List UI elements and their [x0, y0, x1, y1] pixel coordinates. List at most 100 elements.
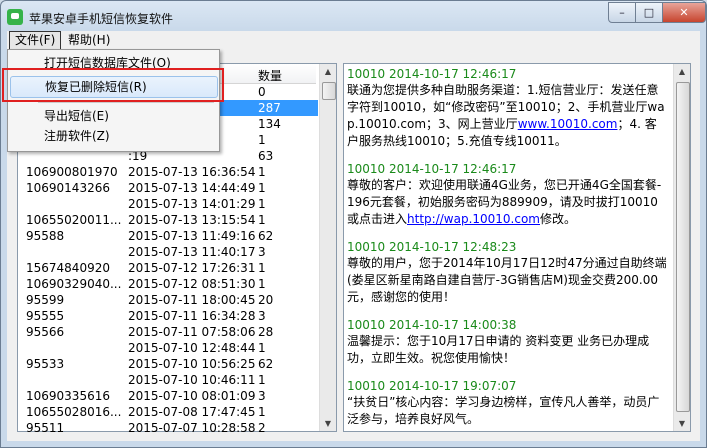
menu-separator: [38, 102, 214, 103]
scroll-down-icon[interactable]: ▼: [675, 416, 689, 431]
close-button[interactable]: ✕: [662, 2, 706, 23]
scroll-thumb[interactable]: [676, 82, 690, 412]
message-list: 10010 2014-10-17 12:46:17 联通为您提供多种自助服务渠道：…: [347, 66, 667, 439]
cell-date: 2015-07-13 13:15:54: [128, 213, 256, 227]
cell-date: 2015-07-13 14:01:29: [128, 197, 256, 211]
cell-number: 95511: [26, 421, 65, 435]
cell-date: 2015-07-13 16:36:54: [128, 165, 256, 179]
message-link[interactable]: www.10010.com: [518, 117, 618, 131]
cell-count: 63: [258, 149, 274, 163]
col-count-header[interactable]: 数量: [258, 67, 282, 84]
minimize-button[interactable]: –: [608, 2, 636, 23]
highlight-box: [2, 68, 224, 102]
table-row[interactable]: 10655028016... 2015-07-08 17:47:45 1: [18, 404, 318, 420]
table-row[interactable]: 10655020011... 2015-07-13 13:15:54 1: [18, 212, 318, 228]
table-row[interactable]: 2015-07-10 12:48:44 1: [18, 340, 318, 356]
cell-number: 95599: [26, 293, 65, 307]
table-row[interactable]: 95555 2015-07-11 16:34:28 3: [18, 308, 318, 324]
message-header: 10010 2014-10-17 12:46:17: [347, 162, 517, 176]
message-item: 10010 2014-10-17 12:46:17 尊敬的客户：欢迎使用联通4G业…: [347, 161, 667, 228]
menu-register-label: 注册软件(Z): [44, 129, 110, 143]
cell-number: 10690329040...: [26, 277, 122, 291]
message-body: “扶贫日”核心内容：学习身边榜样，宣传凡人善举，动员广泛参与，培养良好风气。: [347, 394, 667, 428]
message-link[interactable]: http://wap.10010.com: [407, 212, 540, 226]
cell-date: 2015-07-10 10:56:25: [128, 357, 256, 371]
scroll-up-icon[interactable]: ▲: [675, 64, 689, 79]
window-title: 苹果安卓手机短信恢复软件: [29, 12, 174, 26]
cell-count: 0: [258, 85, 266, 99]
cell-date: 2015-07-07 10:28:58: [128, 421, 256, 435]
table-row[interactable]: 10690143266 2015-07-13 14:44:49 1: [18, 180, 318, 196]
message-body: 温馨提示：您于10月17日申请的 资料变更 业务已办理成功，立即生效。祝您使用愉…: [347, 333, 667, 367]
cell-count: 1: [258, 373, 266, 387]
message-item: 10010 2014-10-17 12:48:23 尊敬的用户，您于2014年10…: [347, 239, 667, 306]
cell-count: 1: [258, 181, 266, 195]
table-row[interactable]: 95566 2015-07-11 07:58:06 28: [18, 324, 318, 340]
message-body: 联通为您提供多种自助服务渠道：1.短信营业厅：发送任意字符到10010，如“修改…: [347, 82, 667, 150]
cell-date: 2015-07-10 08:01:09: [128, 389, 256, 403]
table-row[interactable]: 15674840920 2015-07-12 17:26:31 1: [18, 260, 318, 276]
cell-count: 20: [258, 293, 274, 307]
table-row[interactable]: 95588 2015-07-13 11:49:16 62: [18, 228, 318, 244]
message-text: 修改。: [540, 212, 577, 226]
maximize-button[interactable]: □: [635, 2, 663, 23]
menu-export[interactable]: 导出短信(E): [10, 106, 216, 126]
cell-number: 15674840920: [26, 261, 110, 275]
table-row[interactable]: 10690329040... 2015-07-12 08:51:30 1: [18, 276, 318, 292]
cell-number: 10690335616: [26, 389, 110, 403]
message-view[interactable]: 10010 2014-10-17 12:46:17 联通为您提供多种自助服务渠道：…: [343, 63, 691, 432]
table-row[interactable]: 95533 2015-07-10 10:56:25 62: [18, 356, 318, 372]
cell-date: 2015-07-12 08:51:30: [128, 277, 256, 291]
message-header: 10010 2014-10-17 12:48:23: [347, 240, 517, 254]
message-header: 10010 2014-10-17 12:46:17: [347, 67, 517, 81]
cell-count: 134: [258, 117, 281, 131]
table-row[interactable]: 95511 2015-07-07 10:28:58 2: [18, 420, 318, 436]
cell-count: 2: [258, 421, 266, 435]
table-row[interactable]: 106900801970 2015-07-13 16:36:54 1: [18, 164, 318, 180]
table-row[interactable]: 2015-07-13 14:01:29 1: [18, 196, 318, 212]
cell-date: 2015-07-13 14:44:49: [128, 181, 256, 195]
scroll-thumb[interactable]: [322, 82, 336, 100]
app-window: 苹果安卓手机短信恢复软件 – □ ✕ 文件(F) 帮助(H) 数量 0:3628…: [0, 0, 707, 448]
cell-count: 1: [258, 405, 266, 419]
cell-number: 106900801970: [26, 165, 118, 179]
message-text: “扶贫日”核心内容：学习身边榜样，宣传凡人善举，动员广泛参与，培养良好风气。: [347, 395, 660, 426]
message-scrollbar[interactable]: ▲ ▼: [673, 64, 690, 431]
menu-register[interactable]: 注册软件(Z): [10, 126, 216, 146]
cell-date: 2015-07-13 11:49:16: [128, 229, 256, 243]
cell-number: 95588: [26, 229, 65, 243]
table-row[interactable]: 10690335616 2015-07-10 08:01:09 3: [18, 388, 318, 404]
menu-file[interactable]: 文件(F): [9, 31, 62, 50]
menu-export-label: 导出短信(E): [44, 109, 109, 123]
title-bar: 苹果安卓手机短信恢复软件 – □ ✕: [1, 1, 706, 31]
cell-count: 62: [258, 229, 274, 243]
cell-count: 287: [258, 101, 281, 115]
cell-count: 1: [258, 213, 266, 227]
cell-count: 1: [258, 341, 266, 355]
message-header: 10010 2014-10-17 14:00:38: [347, 318, 517, 332]
table-row[interactable]: 2015-07-13 11:40:17 3: [18, 244, 318, 260]
message-item: 10010 2014-10-17 12:46:17 联通为您提供多种自助服务渠道：…: [347, 66, 667, 150]
table-row[interactable]: 2015-07-10 10:46:11 1: [18, 372, 318, 388]
list-scrollbar[interactable]: ▲ ▼: [319, 64, 336, 431]
cell-date: 2015-07-11 18:00:45: [128, 293, 256, 307]
cell-date: 2015-07-11 16:34:28: [128, 309, 256, 323]
app-logo-icon: [7, 9, 23, 25]
message-text: 尊敬的用户，您于2014年10月17日12时47分通过自助终端(娄星区新星南路自…: [347, 256, 667, 304]
cell-count: 1: [258, 277, 266, 291]
cell-count: 1: [258, 133, 266, 147]
cell-number: 10690143266: [26, 181, 110, 195]
cell-date: 2015-07-10 10:46:11: [128, 373, 256, 387]
scroll-up-icon[interactable]: ▲: [321, 64, 335, 79]
file-menu-dropdown: 打开短信数据库文件(O) 恢复已删除短信(R) 导出短信(E) 注册软件(Z): [2, 49, 224, 152]
message-header: 10010 2014-10-17 19:07:07: [347, 379, 517, 393]
menu-help[interactable]: 帮助(H): [63, 32, 115, 49]
table-row[interactable]: 95599 2015-07-11 18:00:45 20: [18, 292, 318, 308]
cell-count: 3: [258, 389, 266, 403]
message-item: 10010 2014-10-17 19:07:07 “扶贫日”核心内容：学习身边榜…: [347, 378, 667, 428]
cell-date: 2015-07-12 17:26:31: [128, 261, 256, 275]
cell-count: 1: [258, 197, 266, 211]
scroll-down-icon[interactable]: ▼: [321, 416, 335, 431]
message-body: 尊敬的用户，您于2014年10月17日12时47分通过自助终端(娄星区新星南路自…: [347, 255, 667, 306]
cell-count: 1: [258, 165, 266, 179]
